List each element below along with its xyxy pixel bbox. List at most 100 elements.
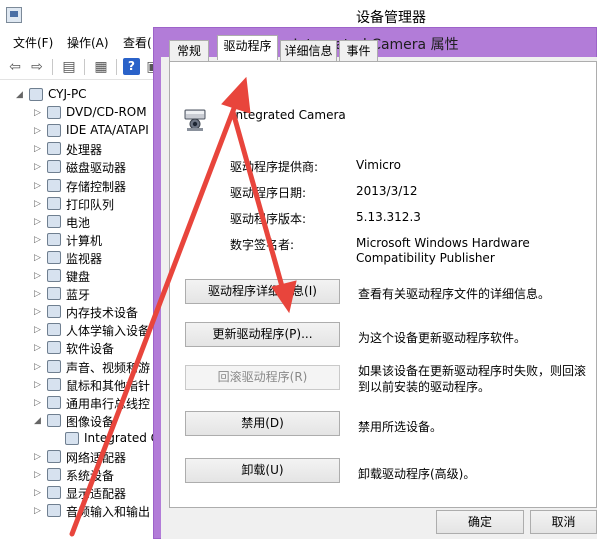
collapsed-arrow-icon[interactable]: ▷ — [34, 122, 41, 140]
rollback-driver-description: 如果该设备在更新驱动程序时失败，则回滚到以前安装的驱动程序。 — [358, 364, 587, 394]
disable-device-button[interactable]: 禁用(D) — [185, 411, 340, 436]
collapsed-arrow-icon[interactable]: ▷ — [34, 484, 41, 502]
tree-item[interactable]: ▷ DVD/CD-ROM — [0, 104, 156, 122]
tab-driver[interactable]: 驱动程序 — [217, 35, 278, 60]
tree-item-label: 图像设备 — [66, 414, 115, 429]
tree-item-label: 监视器 — [66, 251, 103, 266]
collapsed-arrow-icon[interactable]: ▷ — [34, 177, 41, 195]
expanded-arrow-icon[interactable]: ◢ — [16, 86, 23, 104]
tab-general[interactable]: 常规 — [169, 40, 209, 62]
computer-icon — [29, 88, 43, 101]
collapsed-arrow-icon[interactable]: ▷ — [34, 104, 41, 122]
collapsed-arrow-icon[interactable]: ▷ — [34, 321, 41, 339]
collapsed-arrow-icon[interactable]: ▷ — [34, 249, 41, 267]
menu-file[interactable]: 文件(F) — [13, 34, 53, 51]
tree-item[interactable]: ▷ 磁盘驱动器 — [0, 158, 156, 176]
tree-item[interactable]: ▷ 电池 — [0, 213, 156, 231]
toolbar-separator — [52, 59, 53, 75]
tree-item-label: 计算机 — [66, 233, 103, 248]
tree-item[interactable]: ▷ 音频输入和输出 — [0, 502, 156, 520]
tree-item[interactable]: ▷ 监视器 — [0, 249, 156, 267]
collapsed-arrow-icon[interactable]: ▷ — [34, 394, 41, 412]
tree-item[interactable]: ▷ 蓝牙 — [0, 285, 156, 303]
tree-item[interactable]: ▷ 通用串行总线控 — [0, 394, 156, 412]
collapsed-arrow-icon[interactable]: ▷ — [34, 158, 41, 176]
tree-item[interactable]: ▷ 声音、视频和游 — [0, 358, 156, 376]
sound-icon — [47, 359, 61, 373]
collapsed-arrow-icon[interactable]: ▷ — [34, 285, 41, 303]
collapsed-arrow-icon[interactable]: ▷ — [34, 376, 41, 394]
tree-item[interactable]: ▷ 计算机 — [0, 231, 156, 249]
help-icon[interactable]: ? — [123, 58, 140, 75]
expanded-arrow-icon[interactable]: ◢ — [34, 412, 41, 430]
ok-button[interactable]: 确定 — [436, 510, 524, 534]
mouse-icon — [47, 377, 61, 391]
collapsed-arrow-icon[interactable]: ▷ — [34, 195, 41, 213]
collapsed-arrow-icon[interactable]: ▷ — [34, 466, 41, 484]
rollback-driver-button[interactable]: 回滚驱动程序(R) — [185, 365, 340, 390]
update-driver-description: 为这个设备更新驱动程序软件。 — [358, 331, 527, 345]
webcam-icon — [184, 109, 206, 131]
device-tree: ◢ CYJ-PC ▷ DVD/CD-ROM ▷ IDE ATA/ATAPI ▷ 处理器 ▷ 磁盘驱… — [0, 84, 156, 539]
dvd-drive-icon — [47, 106, 61, 120]
toolbar-separator — [116, 59, 117, 75]
collapsed-arrow-icon[interactable]: ▷ — [34, 231, 41, 249]
tree-item-label: 鼠标和其他指针 — [66, 378, 151, 393]
collapsed-arrow-icon[interactable]: ▷ — [34, 339, 41, 357]
tree-item[interactable]: ▷ 存储控制器 — [0, 177, 156, 195]
tree-item[interactable]: ▷ 打印队列 — [0, 195, 156, 213]
update-driver-button[interactable]: 更新驱动程序(P)... — [185, 322, 340, 347]
collapsed-arrow-icon[interactable]: ▷ — [34, 502, 41, 520]
tree-item-label: 存储控制器 — [66, 179, 127, 194]
tree-item[interactable]: ▷ 处理器 — [0, 140, 156, 158]
tree-item[interactable]: ▷ 显示适配器 — [0, 484, 156, 502]
tree-item-label: 人体学输入设备 — [66, 324, 151, 339]
collapsed-arrow-icon[interactable]: ▷ — [34, 267, 41, 285]
tree-item-label: 电池 — [66, 215, 91, 230]
uninstall-driver-button[interactable]: 卸载(U) — [185, 458, 340, 483]
tree-item[interactable]: ◢ CYJ-PC — [0, 86, 156, 104]
tree-item-label: 内存技术设备 — [66, 306, 139, 321]
tree-item-label: 通用串行总线控 — [66, 396, 151, 411]
tree-item[interactable]: ▷ IDE ATA/ATAPI — [0, 122, 156, 140]
driver-provider-value: Vimicro — [356, 158, 401, 172]
tree-item[interactable]: ◢ 图像设备 — [0, 412, 156, 430]
collapsed-arrow-icon[interactable]: ▷ — [34, 303, 41, 321]
tree-item[interactable]: ▷ 网络适配器 — [0, 448, 156, 466]
collapsed-arrow-icon[interactable]: ▷ — [34, 448, 41, 466]
tree-item-label: 打印队列 — [66, 197, 115, 212]
tree-item[interactable]: ▷ 键盘 — [0, 267, 156, 285]
uninstall-driver-description: 卸载驱动程序(高级)。 — [358, 467, 476, 481]
imaging-device-icon — [47, 413, 61, 427]
usb-icon — [47, 395, 61, 409]
tree-item[interactable]: ▷ 人体学输入设备 — [0, 321, 156, 339]
properties-icon[interactable]: ▦ — [92, 58, 110, 76]
driver-version-label: 驱动程序版本: — [230, 212, 307, 226]
menu-view[interactable]: 查看( — [123, 34, 152, 51]
camera-icon — [65, 431, 79, 445]
cancel-button[interactable]: 取消 — [530, 510, 597, 534]
collapsed-arrow-icon[interactable]: ▷ — [34, 358, 41, 376]
forward-arrow-icon[interactable]: ⇨ — [28, 58, 46, 76]
disable-device-description: 禁用所选设备。 — [358, 420, 443, 434]
toolbar-separator — [84, 59, 85, 75]
device-manager-app-icon — [6, 7, 22, 23]
tree-item[interactable]: ▷ 鼠标和其他指针 — [0, 376, 156, 394]
show-hide-tree-icon[interactable]: ▤ — [60, 58, 78, 76]
collapsed-arrow-icon[interactable]: ▷ — [34, 140, 41, 158]
tree-item[interactable]: ▷ 软件设备 — [0, 339, 156, 357]
driver-details-button[interactable]: 驱动程序详细信息(I) — [185, 279, 340, 304]
tree-item[interactable]: ▷ 内存技术设备 — [0, 303, 156, 321]
ide-controller-icon — [47, 124, 61, 138]
tree-item[interactable]: Integrated C — [0, 430, 156, 448]
tree-item-label: DVD/CD-ROM — [66, 105, 147, 120]
computer-icon — [47, 232, 61, 246]
tree-item[interactable]: ▷ 系统设备 — [0, 466, 156, 484]
software-device-icon — [47, 341, 61, 355]
tab-details[interactable]: 详细信息 — [280, 40, 337, 62]
tab-events[interactable]: 事件 — [339, 40, 378, 62]
back-arrow-icon[interactable]: ⇦ — [6, 58, 24, 76]
menu-action[interactable]: 操作(A) — [67, 34, 109, 51]
collapsed-arrow-icon[interactable]: ▷ — [34, 213, 41, 231]
driver-date-label: 驱动程序日期: — [230, 186, 307, 200]
